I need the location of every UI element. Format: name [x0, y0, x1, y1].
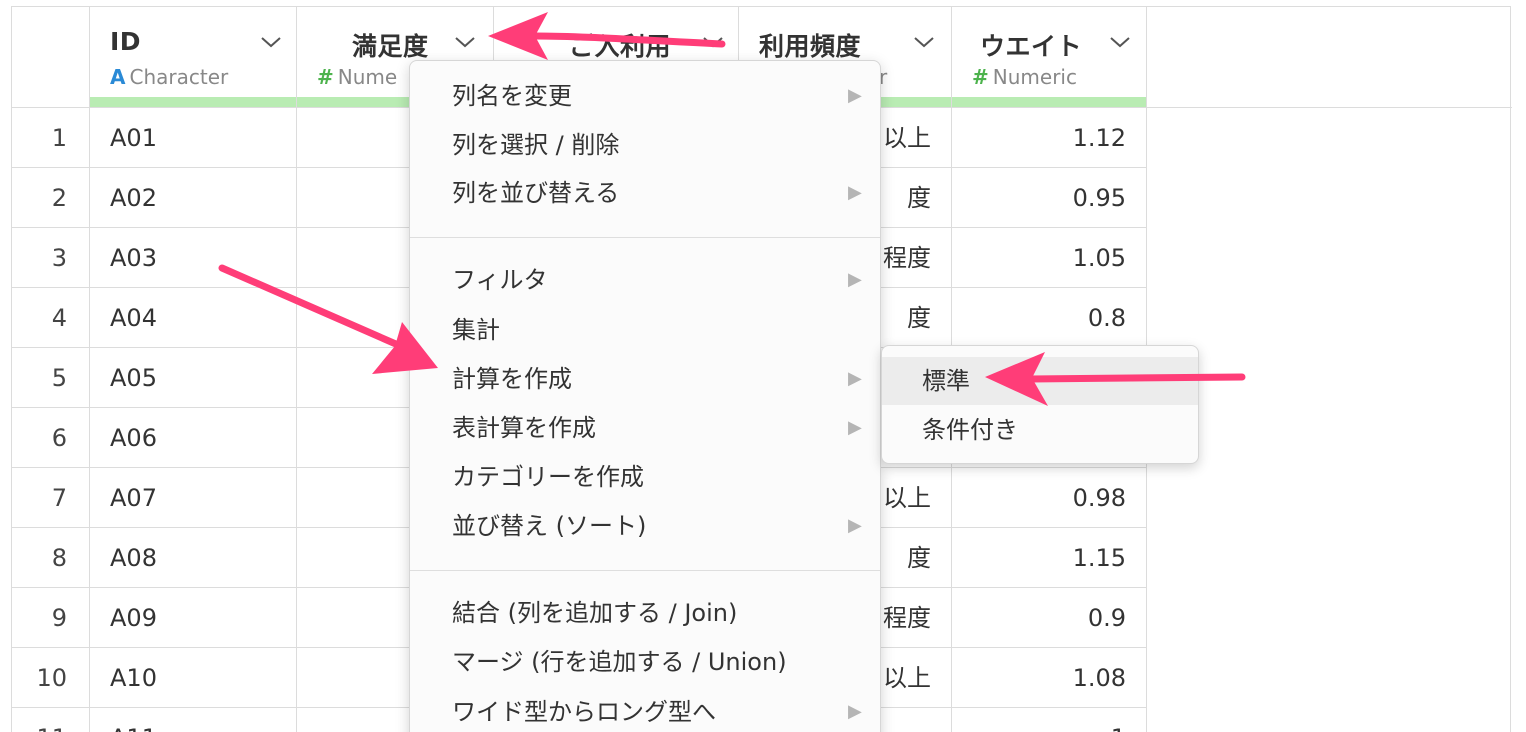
menu-item-create-calculation[interactable]: 計算を作成 ▶ — [410, 355, 880, 403]
column-type-label: Character — [129, 65, 229, 89]
row-number[interactable]: 8 — [12, 528, 90, 588]
column-header-id[interactable]: ID A Character — [90, 7, 297, 107]
chevron-down-icon[interactable] — [260, 35, 282, 49]
menu-item-label: 集計 — [452, 316, 500, 344]
column-name: ご入利用 — [569, 32, 672, 61]
cell-id[interactable]: A01 — [90, 108, 297, 168]
menu-item-label: 列名を変更 — [452, 82, 572, 110]
row-number-header — [12, 7, 90, 107]
chevron-down-icon[interactable] — [454, 35, 476, 49]
numeric-type-icon: # — [972, 65, 989, 89]
cell-id[interactable]: A05 — [90, 348, 297, 408]
chevron-right-icon: ▶ — [848, 368, 862, 389]
menu-item-label: 計算を作成 — [452, 365, 572, 393]
submenu-item-standard[interactable]: 標準 — [882, 357, 1198, 405]
menu-separator — [410, 570, 880, 571]
menu-item-label: 表計算を作成 — [452, 414, 596, 442]
column-header-weight[interactable]: ウエイト # Numeric — [952, 7, 1147, 107]
cell-id[interactable]: A02 — [90, 168, 297, 228]
menu-separator — [410, 237, 880, 238]
chevron-right-icon: ▶ — [848, 417, 862, 438]
menu-item-label: マージ (行を追加する / Union) — [452, 648, 787, 676]
menu-item-aggregate[interactable]: 集計 — [410, 306, 880, 354]
menu-item-label: 並び替え (ソート) — [452, 512, 647, 540]
column-context-menu: 列名を変更 ▶ 列を選択 / 削除 列を並び替える ▶ フィルタ ▶ 集計 計算を作成… — [409, 60, 881, 732]
column-type: # Numeric — [972, 65, 1077, 89]
cell-id[interactable]: A08 — [90, 528, 297, 588]
chevron-down-icon[interactable] — [702, 35, 724, 49]
row-number[interactable]: 11 — [12, 708, 90, 732]
chevron-right-icon: ▶ — [848, 182, 862, 203]
cell-id[interactable]: A04 — [90, 288, 297, 348]
column-type: A Character — [110, 65, 228, 89]
cell-id[interactable]: A06 — [90, 408, 297, 468]
row-number[interactable]: 4 — [12, 288, 90, 348]
chevron-right-icon: ▶ — [848, 269, 862, 290]
chevron-right-icon: ▶ — [848, 85, 862, 106]
column-type: # Nume — [317, 65, 397, 89]
chevron-right-icon: ▶ — [848, 701, 862, 722]
menu-item-union[interactable]: マージ (行を追加する / Union) — [410, 638, 880, 686]
row-number[interactable]: 2 — [12, 168, 90, 228]
column-type-label: Numeric — [992, 65, 1077, 89]
calculation-submenu: 標準 条件付き — [881, 345, 1199, 464]
column-name: ウエイト — [980, 32, 1083, 61]
row-number[interactable]: 3 — [12, 228, 90, 288]
row-number[interactable]: 7 — [12, 468, 90, 528]
menu-item-label: 列を並び替える — [452, 179, 620, 207]
menu-item-label: ワイド型からロング型へ — [452, 698, 716, 726]
menu-item-join[interactable]: 結合 (列を追加する / Join) — [410, 589, 880, 637]
cell-id[interactable]: A11 — [90, 708, 297, 732]
column-name: 満足度 — [352, 32, 429, 61]
cell-weight[interactable]: 0.95 — [952, 168, 1147, 228]
data-quality-bar — [952, 97, 1146, 107]
chevron-right-icon: ▶ — [848, 515, 862, 536]
row-number[interactable]: 1 — [12, 108, 90, 168]
data-quality-bar — [90, 97, 296, 107]
menu-item-label: 結合 (列を追加する / Join) — [452, 599, 738, 627]
row-number[interactable]: 5 — [12, 348, 90, 408]
cell-id[interactable]: A09 — [90, 588, 297, 648]
menu-item-label: カテゴリーを作成 — [452, 463, 644, 491]
column-name: ID — [110, 27, 142, 56]
cell-weight[interactable]: 0.9 — [952, 588, 1147, 648]
chevron-down-icon[interactable] — [1109, 35, 1131, 49]
cell-id[interactable]: A07 — [90, 468, 297, 528]
row-number[interactable]: 9 — [12, 588, 90, 648]
cell-weight[interactable]: 1.12 — [952, 108, 1147, 168]
cell-weight[interactable]: 1.08 — [952, 648, 1147, 708]
numeric-type-icon: # — [317, 65, 334, 89]
submenu-item-label: 条件付き — [922, 416, 1018, 444]
menu-item-wide-to-long[interactable]: ワイド型からロング型へ ▶ — [410, 688, 880, 732]
cell-weight[interactable]: 1.05 — [952, 228, 1147, 288]
menu-item-sort[interactable]: 並び替え (ソート) ▶ — [410, 502, 880, 550]
cell-weight[interactable]: 1 — [952, 708, 1147, 732]
cell-id[interactable]: A10 — [90, 648, 297, 708]
menu-item-reorder-columns[interactable]: 列を並び替える ▶ — [410, 169, 880, 217]
submenu-item-conditional[interactable]: 条件付き — [882, 406, 1198, 454]
menu-item-create-table-calculation[interactable]: 表計算を作成 ▶ — [410, 404, 880, 452]
menu-item-filter[interactable]: フィルタ ▶ — [410, 256, 880, 304]
menu-item-rename-column[interactable]: 列名を変更 ▶ — [410, 72, 880, 120]
submenu-item-label: 標準 — [922, 367, 970, 395]
row-number[interactable]: 10 — [12, 648, 90, 708]
chevron-down-icon[interactable] — [913, 35, 935, 49]
menu-item-label: フィルタ — [452, 266, 548, 294]
column-type-label: Nume — [337, 65, 398, 89]
cell-id[interactable]: A03 — [90, 228, 297, 288]
cell-weight[interactable]: 0.8 — [952, 288, 1147, 348]
menu-item-create-category[interactable]: カテゴリーを作成 — [410, 453, 880, 501]
row-number[interactable]: 6 — [12, 408, 90, 468]
cell-weight[interactable]: 1.15 — [952, 528, 1147, 588]
menu-item-label: 列を選択 / 削除 — [452, 131, 620, 159]
character-type-icon: A — [110, 65, 126, 89]
column-name: 利用頻度 — [759, 32, 862, 61]
menu-item-select-delete-columns[interactable]: 列を選択 / 削除 — [410, 121, 880, 169]
cell-weight[interactable]: 0.98 — [952, 468, 1147, 528]
